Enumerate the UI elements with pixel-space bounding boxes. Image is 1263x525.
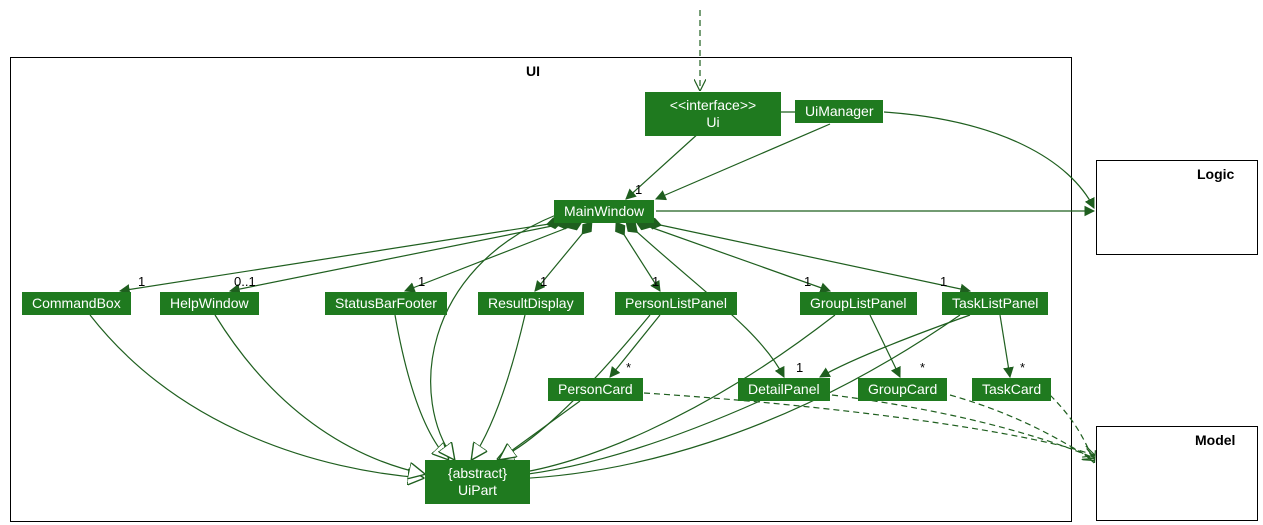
node-person-list-panel: PersonListPanel: [615, 292, 737, 315]
mult-resultdisplay: 1: [540, 274, 547, 289]
node-detail-panel-name: DetailPanel: [748, 381, 820, 398]
package-ui-label: UI: [526, 63, 540, 79]
node-task-list-panel: TaskListPanel: [942, 292, 1048, 315]
mult-helpwindow: 0..1: [234, 274, 256, 289]
node-detail-panel: DetailPanel: [738, 378, 830, 401]
mult-taskcard: *: [1020, 360, 1025, 375]
node-main-window: MainWindow: [554, 200, 654, 223]
node-ui-interface-name: Ui: [706, 114, 719, 131]
package-logic-label: Logic: [1197, 166, 1234, 182]
package-logic: Logic: [1096, 160, 1258, 255]
mult-statusbar: 1: [418, 274, 425, 289]
node-help-window-name: HelpWindow: [170, 295, 249, 312]
node-person-list-panel-name: PersonListPanel: [625, 295, 727, 312]
mult-groupcard: *: [920, 360, 925, 375]
mult-personlist: 1: [652, 274, 659, 289]
node-group-list-panel-name: GroupListPanel: [810, 295, 907, 312]
mult-detailpanel: 1: [796, 360, 803, 375]
package-model: Model: [1096, 426, 1258, 521]
mult-commandbox: 1: [138, 274, 145, 289]
node-status-bar-footer-name: StatusBarFooter: [335, 295, 437, 312]
node-result-display: ResultDisplay: [478, 292, 584, 315]
node-ui-manager-name: UiManager: [805, 103, 873, 120]
node-ui-interface-stereotype: <<interface>>: [670, 97, 756, 114]
node-result-display-name: ResultDisplay: [488, 295, 574, 312]
node-help-window: HelpWindow: [160, 292, 259, 315]
node-ui-part-stereotype: {abstract}: [448, 465, 507, 482]
node-group-card: GroupCard: [858, 378, 947, 401]
node-person-card: PersonCard: [548, 378, 643, 401]
node-task-list-panel-name: TaskListPanel: [952, 295, 1038, 312]
mult-tasklist: 1: [940, 274, 947, 289]
mult-mainwindow: 1: [635, 182, 642, 197]
node-ui-manager: UiManager: [795, 100, 883, 123]
package-ui: UI: [10, 57, 1072, 522]
package-model-label: Model: [1195, 432, 1235, 448]
node-person-card-name: PersonCard: [558, 381, 633, 398]
mult-personcard: *: [626, 360, 631, 375]
mult-grouplist: 1: [804, 274, 811, 289]
node-status-bar-footer: StatusBarFooter: [325, 292, 447, 315]
node-command-box-name: CommandBox: [32, 295, 121, 312]
node-command-box: CommandBox: [22, 292, 131, 315]
node-group-list-panel: GroupListPanel: [800, 292, 917, 315]
node-ui-interface: <<interface>> Ui: [645, 92, 781, 136]
node-group-card-name: GroupCard: [868, 381, 937, 398]
node-ui-part-name: UiPart: [458, 482, 497, 499]
node-main-window-name: MainWindow: [564, 203, 644, 220]
node-task-card: TaskCard: [972, 378, 1051, 401]
node-ui-part: {abstract} UiPart: [425, 460, 530, 504]
node-task-card-name: TaskCard: [982, 381, 1041, 398]
